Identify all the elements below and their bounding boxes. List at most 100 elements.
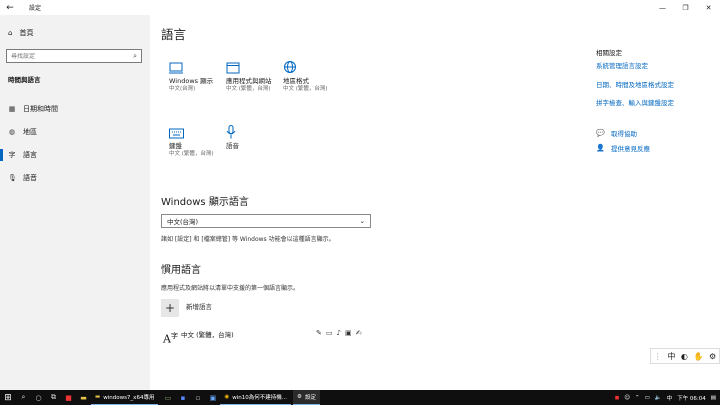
display-language-title: Windows 顯示語言 — [161, 197, 249, 208]
close-button[interactable]: ✕ — [697, 0, 720, 15]
back-button[interactable]: ← — [0, 0, 20, 15]
taskbar-app-label: 設定 — [304, 395, 316, 401]
home-icon: ⌂ — [8, 29, 13, 37]
sidebar-item-language[interactable]: 字 語言 — [0, 145, 150, 165]
tile-sub: 中文(台灣) — [169, 86, 196, 92]
tile-apps-websites[interactable]: 應用程式與網站 中文 (繁體，台灣) — [226, 56, 284, 93]
monitor-icon — [169, 56, 227, 74]
feedback-link[interactable]: 👤 提供意見反應 — [596, 143, 650, 153]
sidebar-item-region[interactable]: ◍ 地區 — [0, 122, 150, 142]
chevron-down-icon: ⌄ — [359, 217, 365, 225]
globe-icon: ◍ — [8, 128, 16, 136]
calendar-icon: ▦ — [8, 105, 16, 113]
help-chat-icon: 💬 — [596, 129, 605, 137]
microphone-icon: 🎙 — [8, 174, 17, 182]
sidebar-item-label: 日期和時間 — [23, 105, 58, 113]
app-icon[interactable]: ▫ — [190, 390, 205, 405]
sidebar-item-label: 語音 — [23, 174, 37, 182]
app-icon[interactable]: ▪ — [175, 390, 190, 405]
feedback-label: 提供意見反應 — [611, 145, 650, 153]
windows-logo-icon: ⊞ — [4, 392, 12, 403]
app-icon[interactable]: ■ — [61, 390, 76, 405]
language-icon: 字 — [8, 151, 16, 159]
half-full-width-icon[interactable]: ◐ — [681, 352, 688, 361]
date-time-region-link[interactable]: 日期、時間及地區格式設定 — [596, 79, 674, 89]
preferred-languages-title: 慣用語言 — [161, 265, 201, 276]
keyboard-icon — [169, 121, 227, 139]
network-icon[interactable]: ▭ — [645, 395, 650, 401]
ime-drag-handle[interactable]: ⋮ — [654, 352, 662, 361]
related-settings-title: 相關設定 — [596, 49, 622, 57]
admin-language-link[interactable]: 系統管理語言設定 — [596, 60, 648, 70]
clock[interactable]: 下午 06:04 — [677, 394, 706, 402]
hand-icon[interactable]: ✋ — [693, 352, 703, 361]
gear-icon: ⚙ — [297, 394, 302, 400]
display-language-dropdown[interactable]: 中文(台灣) ⌄ — [161, 214, 371, 228]
search-icon[interactable]: ⌕ — [16, 390, 31, 405]
system-tray: ◼ ☺ ⌃ ▭ 🔈 中 下午 06:04 ▤ — [615, 390, 716, 405]
microphone-icon: ♪ — [336, 329, 341, 337]
home-link[interactable]: ⌂ 首頁 — [8, 28, 33, 38]
preferred-languages-description: 應用程式及網站將以清單中支援的第一個語言顯示。 — [161, 285, 300, 292]
tile-label: 地區格式 — [283, 77, 309, 85]
maximize-button[interactable]: ❐ — [674, 0, 697, 15]
ime-indicator[interactable]: 中 — [667, 394, 673, 402]
search-box[interactable]: ⌕ — [6, 49, 142, 63]
app-window-icon — [226, 56, 284, 74]
app-icon[interactable]: ▣ — [205, 390, 220, 405]
tray-app-icon[interactable]: ◼ — [615, 395, 620, 401]
start-button[interactable]: ⊞ — [0, 390, 16, 405]
search-icon: ⌕ — [133, 51, 137, 60]
notification-icon[interactable]: ▤ — [711, 395, 716, 401]
home-label: 首頁 — [19, 29, 34, 37]
tile-label: 鍵盤 — [169, 142, 182, 150]
get-help-link[interactable]: 💬 取得協助 — [596, 128, 637, 138]
sidebar-item-label: 語言 — [23, 151, 37, 159]
tile-speech[interactable]: 語音 — [226, 121, 284, 151]
app-icon[interactable]: ▭ — [160, 390, 175, 405]
search-input[interactable] — [11, 52, 134, 60]
cortana-icon[interactable]: ○ — [31, 390, 46, 405]
taskbar-app-browser[interactable]: ◉ win10為何不建持機... — [220, 390, 292, 405]
ime-mode-button[interactable]: 中 — [667, 351, 675, 362]
taskbar-app-settings[interactable]: ⚙ 設定 — [293, 390, 320, 405]
display-language-description: 諸如 [設定] 和 [檔案總管] 等 Windows 功能會以這種語言顯示。 — [161, 236, 335, 243]
main-content: 語言 Windows 顯示 中文(台灣) 應用程式與網站 中文 (繁體，台灣) … — [150, 15, 590, 390]
sidebar-section-title: 時間與語言 — [8, 76, 41, 84]
spelling-typing-keyboard-link[interactable]: 拼字檢查、輸入與鍵盤設定 — [596, 97, 674, 107]
settings-window: ← 設定 — ❐ ✕ ⌂ 首頁 ⌕ 時間與語言 ▦ 日期和時間 ◍ 地區 字 語… — [0, 0, 720, 390]
volume-icon[interactable]: 🔈 — [655, 395, 662, 401]
sidebar: ⌂ 首頁 ⌕ 時間與語言 ▦ 日期和時間 ◍ 地區 字 語言 🎙 語音 — [0, 15, 150, 390]
gear-icon[interactable]: ⚙ — [709, 352, 716, 361]
add-language-button[interactable]: + 新增語言 — [161, 299, 212, 317]
globe-format-icon — [283, 56, 341, 74]
folder-icon: ▬ — [95, 394, 101, 400]
taskbar-app-windows7[interactable]: ▬ windows7_x64專用 — [91, 390, 159, 405]
taskbar-app-label: win10為何不建持機... — [232, 395, 288, 401]
add-language-label: 新增語言 — [186, 303, 212, 311]
pen-icon: ✎ — [316, 329, 322, 337]
chevron-up-icon[interactable]: ⌃ — [635, 395, 640, 401]
people-icon[interactable]: ☺ — [624, 395, 630, 401]
folder-icon[interactable]: ▬ — [76, 390, 91, 405]
back-arrow-icon: ← — [6, 2, 14, 13]
sidebar-item-date-time[interactable]: ▦ 日期和時間 — [0, 99, 150, 119]
sidebar-item-speech[interactable]: 🎙 語音 — [0, 168, 150, 188]
tile-regional-format[interactable]: 地區格式 中文 (繁體，台灣) — [283, 56, 341, 93]
language-list-item[interactable]: A字 中文 (繁體，台灣) ✎ ▭ ♪ ▣ ✍ — [161, 329, 371, 351]
page-title: 語言 — [161, 27, 187, 42]
minimize-button[interactable]: — — [651, 0, 674, 15]
microphone-icon — [226, 121, 284, 139]
chrome-icon: ◉ — [224, 394, 230, 400]
tile-label: 應用程式與網站 — [226, 77, 272, 85]
window-controls: — ❐ ✕ — [651, 0, 720, 15]
task-view-icon[interactable]: ⧉ — [46, 390, 61, 405]
get-help-label: 取得協助 — [611, 130, 637, 138]
handwriting-icon: ✍ — [355, 329, 362, 337]
tile-keyboard[interactable]: 鍵盤 中文 (繁體，台灣) — [169, 121, 227, 158]
language-glyph-icon: A字 — [163, 332, 178, 346]
tile-windows-display[interactable]: Windows 顯示 中文(台灣) — [169, 56, 227, 93]
tile-sub: 中文 (繁體，台灣) — [283, 86, 328, 92]
ime-toolbar: ⋮ 中 ◐ ✋ ⚙ — [650, 348, 720, 364]
language-capabilities: ✎ ▭ ♪ ▣ ✍ — [316, 329, 361, 337]
